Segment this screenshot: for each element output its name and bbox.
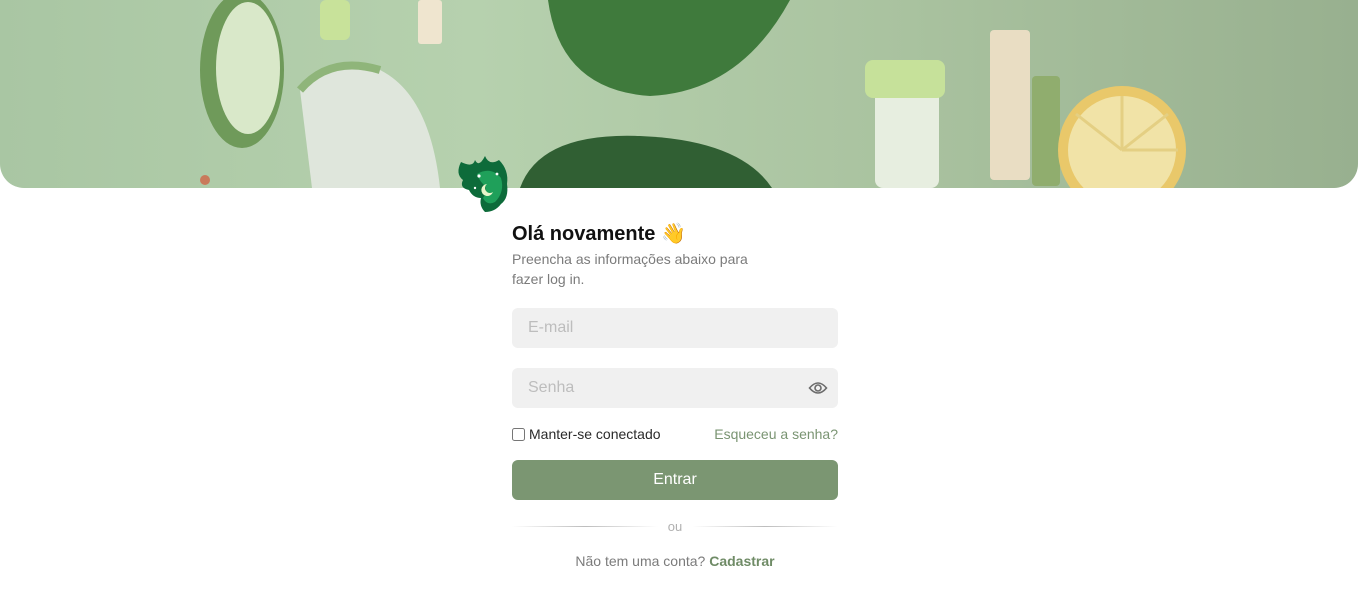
- email-field-wrapper: [512, 308, 838, 348]
- login-card: Olá novamente 👋 Preencha as informações …: [512, 220, 838, 569]
- options-row: Manter-se conectado Esqueceu a senha?: [512, 425, 838, 443]
- page-title-text: Olá novamente: [512, 222, 656, 245]
- hero-banner-image: [0, 0, 1358, 188]
- email-field[interactable]: [512, 308, 838, 348]
- signup-prompt-text: Não tem uma conta?: [575, 553, 706, 569]
- divider-line-right: [692, 525, 838, 527]
- remember-me[interactable]: Manter-se conectado: [512, 426, 661, 442]
- signup-link[interactable]: Cadastrar: [709, 553, 774, 569]
- remember-checkbox[interactable]: [512, 427, 525, 441]
- or-divider: ou: [512, 517, 838, 535]
- page-title: Olá novamente 👋: [512, 220, 838, 248]
- forgot-password-link[interactable]: Esqueceu a senha?: [714, 426, 838, 442]
- eye-icon[interactable]: [808, 379, 828, 397]
- login-button[interactable]: Entrar: [512, 460, 838, 500]
- password-field-wrapper: [512, 368, 838, 408]
- signup-prompt: Não tem uma conta? Cadastrar: [512, 553, 838, 569]
- logo-icon: [455, 154, 511, 214]
- divider-label: ou: [667, 518, 683, 534]
- remember-label: Manter-se conectado: [529, 426, 661, 442]
- page-subtitle: Preencha as informações abaixo para faze…: [512, 251, 748, 287]
- divider-line-left: [512, 525, 658, 527]
- password-field[interactable]: [512, 368, 838, 408]
- waving-hand-icon: 👋: [661, 223, 687, 245]
